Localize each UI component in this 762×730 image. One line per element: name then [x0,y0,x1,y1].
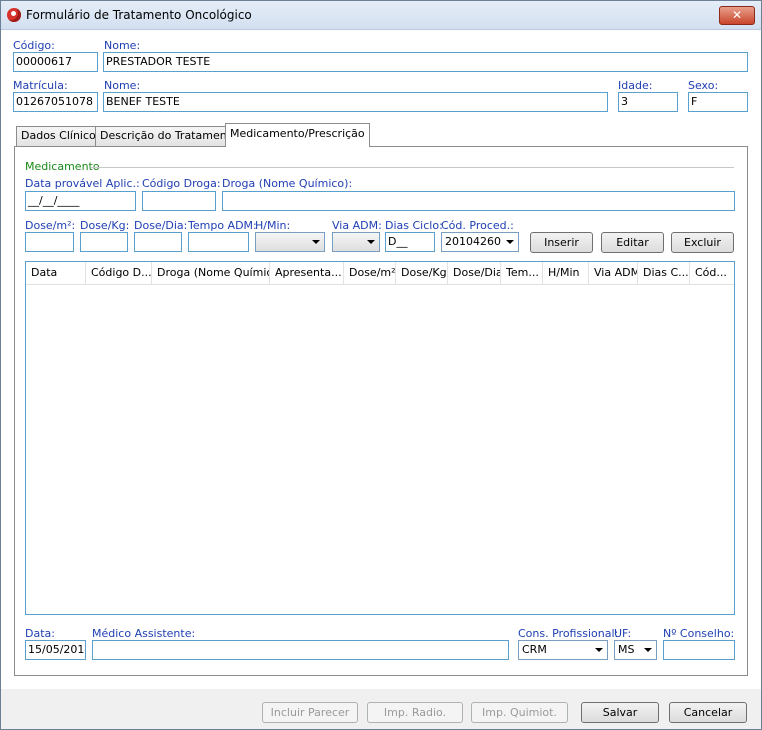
hmin-label: H/Min: [255,219,291,232]
column-header-droga[interactable]: Droga (Nome Químico) [152,262,270,284]
dose-dia-label: Dose/Dia: [134,219,188,232]
prestador-nome-label: Nome: [104,39,141,52]
column-header-dias-ciclo[interactable]: Dias C... [638,262,690,284]
column-header-dose-dia[interactable]: Dose/Dia [448,262,501,284]
column-header-dose-kg[interactable]: Dose/Kg [396,262,448,284]
sexo-label: Sexo: [688,79,719,92]
column-header-codigo-droga[interactable]: Código D... [86,262,152,284]
imp-quimiot-button[interactable]: Imp. Quimiot. [471,702,568,723]
sexo-field[interactable]: F [688,92,748,112]
codigo-droga-field[interactable] [142,191,216,211]
app-logo-icon [7,8,21,22]
matricula-field[interactable]: 01267051078 [13,92,98,112]
cod-proced-dropdown[interactable]: 20104260 [441,232,519,252]
excluir-button[interactable]: Excluir [671,232,734,253]
dose-kg-field[interactable] [80,232,128,252]
inserir-button[interactable]: Inserir [530,232,593,253]
uf-label: UF: [614,627,632,640]
uf-value: MS [618,643,635,656]
column-header-dose-m2[interactable]: Dose/m² [344,262,396,284]
data-aplic-field[interactable]: __/__/____ [25,191,136,211]
close-button[interactable]: ✕ [719,6,755,25]
editar-button[interactable]: Editar [601,232,664,253]
salvar-button[interactable]: Salvar [581,702,659,723]
tab-descricao-tratamento[interactable]: Descrição do Tratamento [95,126,243,146]
droga-field[interactable] [222,191,735,211]
data-label: Data: [25,627,55,640]
dose-dia-field[interactable] [134,232,182,252]
form-body: Código: 00000617 Nome: PRESTADOR TESTE M… [1,30,761,689]
idade-label: Idade: [618,79,653,92]
dose-m2-field[interactable] [25,232,74,252]
tempo-adm-field[interactable] [188,232,249,252]
imp-radio-button[interactable]: Imp. Radio. [367,702,463,723]
title-bar: Formulário de Tratamento Oncológico ✕ [1,1,761,30]
dose-m2-label: Dose/m²: [25,219,76,232]
column-header-tempo[interactable]: Tem... [501,262,543,284]
dias-ciclo-label: Dias Ciclo: [385,219,443,232]
codigo-droga-label: Código Droga: [142,177,221,190]
window-title: Formulário de Tratamento Oncológico [26,8,252,22]
column-header-data[interactable]: Data [26,262,86,284]
cod-proced-value: 20104260 [445,235,501,248]
medico-label: Médico Assistente: [92,627,196,640]
codigo-label: Código: [13,39,55,52]
uf-dropdown[interactable]: MS [614,640,657,660]
dias-ciclo-field[interactable]: D__ [385,232,435,252]
column-header-apresentacao[interactable]: Apresenta... [270,262,344,284]
chevron-down-icon [595,648,603,652]
codigo-field[interactable]: 00000617 [13,52,98,72]
chevron-down-icon [312,240,320,244]
column-header-cod[interactable]: Cód... [690,262,734,284]
conselho-field[interactable] [663,640,735,660]
chevron-down-icon [644,648,652,652]
matricula-label: Matrícula: [13,79,68,92]
cancelar-button[interactable]: Cancelar [669,702,747,723]
grid-header: Data Código D... Droga (Nome Químico) Ap… [26,262,734,285]
conselho-label: Nº Conselho: [663,627,735,640]
medicamento-grid[interactable]: Data Código D... Droga (Nome Químico) Ap… [25,261,735,615]
via-adm-label: Via ADM: [332,219,382,232]
beneficiario-nome-label: Nome: [104,79,141,92]
oncology-form-window: Formulário de Tratamento Oncológico ✕ Có… [0,0,762,730]
dose-kg-label: Dose/Kg: [80,219,130,232]
via-adm-dropdown[interactable] [332,232,380,252]
column-header-via-adm[interactable]: Via ADM [589,262,638,284]
beneficiario-nome-field[interactable]: BENEF TESTE [103,92,608,112]
droga-label: Droga (Nome Químico): [222,177,353,190]
incluir-parecer-button[interactable]: Incluir Parecer [262,702,358,723]
data-field[interactable]: 15/05/2014 [25,640,86,660]
group-divider [91,167,734,168]
cons-profissional-dropdown[interactable]: CRM [518,640,608,660]
chevron-down-icon [506,240,514,244]
idade-field[interactable]: 3 [618,92,678,112]
medicamento-group-title: Medicamento [25,160,100,173]
cons-profissional-label: Cons. Profissional: [518,627,619,640]
chevron-down-icon [367,240,375,244]
tab-medicamento-prescricao[interactable]: Medicamento/Prescrição [225,123,370,147]
prestador-nome-field[interactable]: PRESTADOR TESTE [103,52,748,72]
hmin-dropdown[interactable] [255,232,325,252]
tempo-adm-label: Tempo ADM: [188,219,257,232]
cod-proced-label: Cód. Proced.: [441,219,514,232]
column-header-hmin[interactable]: H/Min [543,262,589,284]
medico-field[interactable] [92,640,509,660]
data-aplic-label: Data provável Aplic.: [25,177,140,190]
cons-profissional-value: CRM [522,643,547,656]
tab-dados-clinicos[interactable]: Dados Clínicos [16,126,107,146]
